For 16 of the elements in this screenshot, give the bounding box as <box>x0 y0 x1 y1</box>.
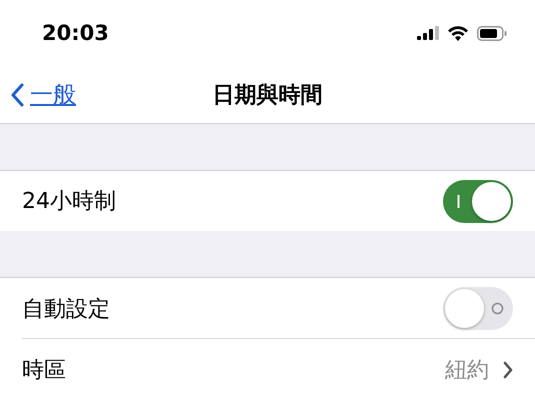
setting-label: 自動設定 <box>22 296 110 324</box>
toggle-switch[interactable] <box>443 287 513 330</box>
setting-label: 時區 <box>22 356 66 385</box>
page-title: 日期與時間 <box>212 82 322 110</box>
setting-value: 紐約 <box>445 356 489 385</box>
off-label-icon <box>491 302 504 316</box>
status-time: 20:03 <box>42 21 109 46</box>
on-label-icon <box>457 194 460 208</box>
back-chevron-icon <box>10 82 24 107</box>
wifi-icon <box>447 25 469 42</box>
toggle-switch[interactable] <box>443 180 513 222</box>
back-link[interactable]: 一般 <box>0 79 76 110</box>
signal-icon <box>417 26 439 40</box>
battery-icon <box>477 26 507 41</box>
chevron-right-icon <box>503 360 513 379</box>
setting-label: 24小時制 <box>22 188 116 216</box>
